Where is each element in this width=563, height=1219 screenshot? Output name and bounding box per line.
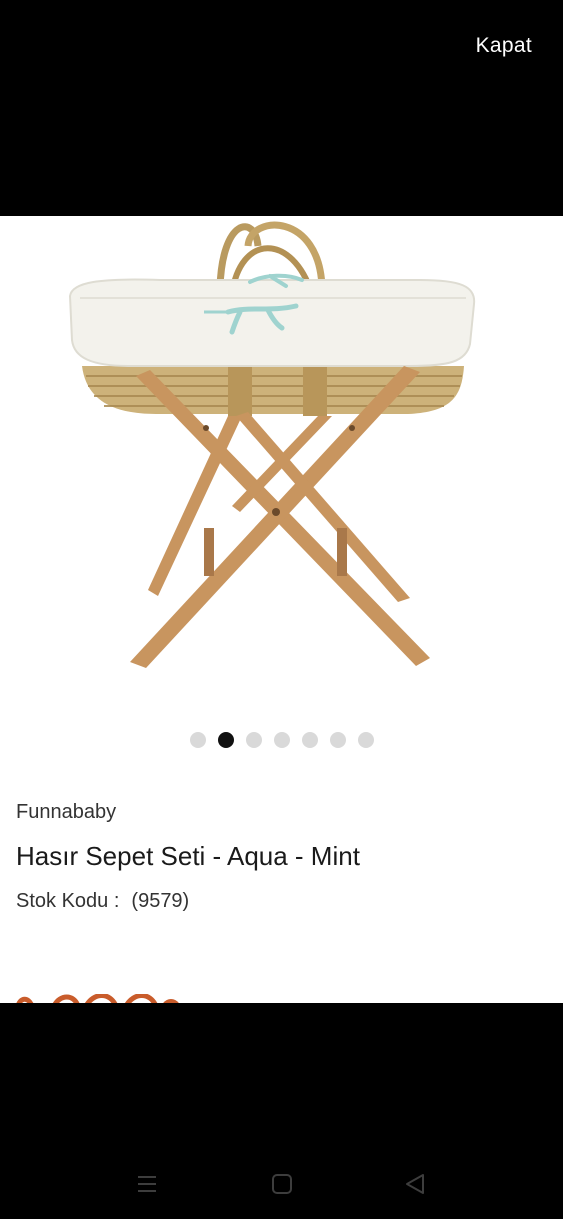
back-icon[interactable]: [403, 1172, 427, 1196]
close-button[interactable]: Kapat: [476, 34, 532, 58]
recents-icon[interactable]: [135, 1172, 159, 1196]
product-image[interactable]: [0, 216, 563, 716]
top-bar: Kapat: [0, 0, 563, 216]
carousel-indicator: [0, 732, 563, 748]
stock-code-label: Stok Kodu :: [16, 890, 120, 912]
carousel-dot[interactable]: [301, 732, 318, 748]
stock-code-value: (9579): [131, 890, 190, 912]
carousel-dot[interactable]: [329, 732, 346, 748]
product-title: Hasır Sepet Seti - Aqua - Mint: [16, 841, 360, 871]
carousel-dot[interactable]: [273, 732, 290, 748]
carousel-dot[interactable]: [357, 732, 374, 748]
home-icon[interactable]: [270, 1172, 294, 1196]
carousel-dot[interactable]: [189, 732, 206, 748]
price-cutoff: [16, 994, 179, 1003]
carousel-dot-active[interactable]: [217, 732, 234, 748]
brand-name: Funnababy: [16, 801, 117, 823]
carousel-dot[interactable]: [245, 732, 262, 748]
moses-basket-icon: [68, 221, 476, 668]
stock-code: Stok Kodu : (9579): [16, 890, 189, 913]
product-detail: Funnababy Hasır Sepet Seti - Aqua - Mint…: [0, 216, 563, 1003]
screen: Kapat Funnababy Hasır Sepet Seti - Aqua …: [0, 0, 563, 1219]
